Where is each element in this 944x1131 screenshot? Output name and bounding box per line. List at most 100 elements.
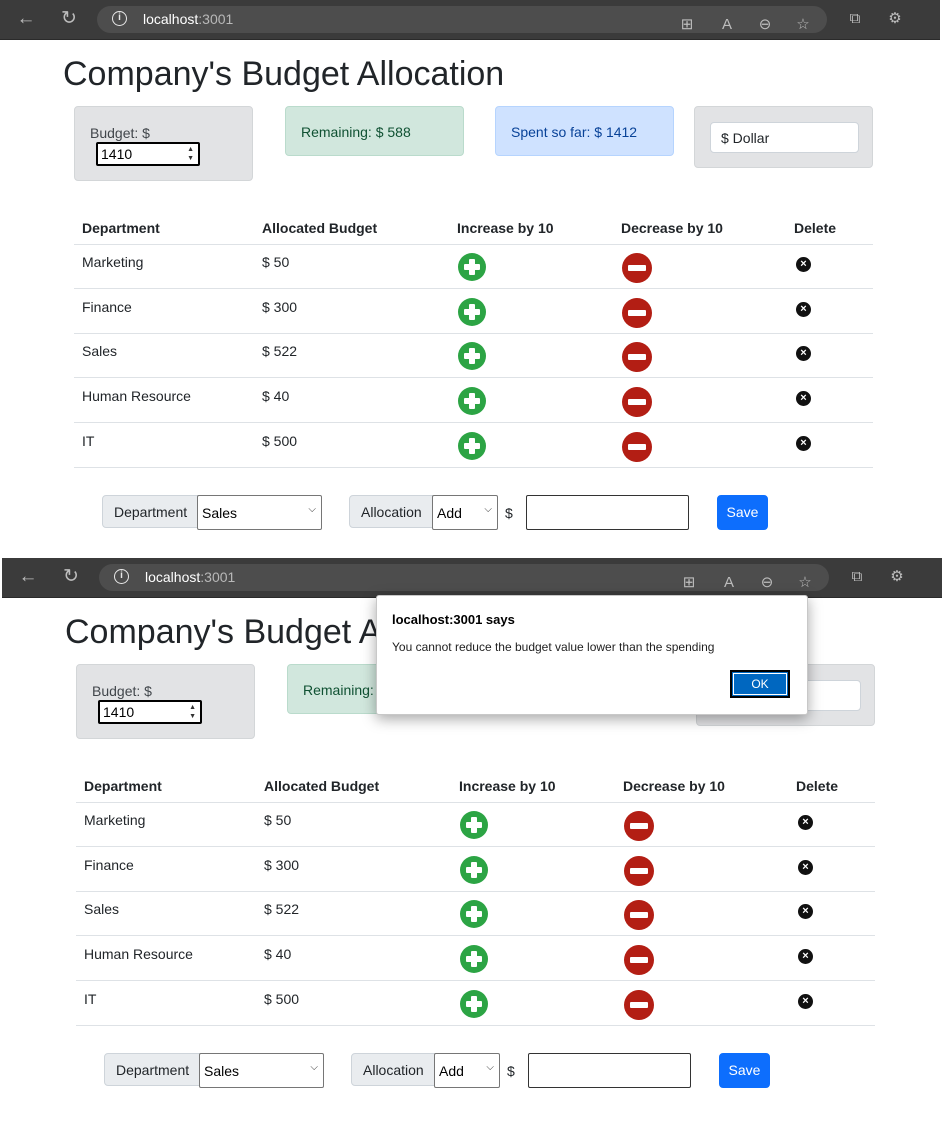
allocation-select[interactable]: Add ⌵ — [434, 1053, 500, 1088]
column-header: Department — [84, 778, 162, 794]
save-button[interactable]: Save — [719, 1053, 770, 1088]
read-aloud-icon[interactable]: A — [717, 15, 737, 35]
column-header: Delete — [794, 220, 837, 236]
cost-input[interactable] — [526, 495, 689, 530]
currency-symbol: $ — [507, 1063, 515, 1079]
x-circle-icon[interactable]: × — [798, 815, 813, 830]
allocation-select[interactable]: Add ⌵ — [432, 495, 498, 530]
minus-circle-icon[interactable] — [624, 945, 654, 976]
favorite-star-icon[interactable]: ☆ — [793, 15, 813, 35]
column-header: Allocated Budget — [264, 778, 380, 794]
spinner-icon[interactable]: ▲ ▼ — [189, 703, 196, 721]
minus-circle-icon[interactable] — [624, 855, 654, 886]
x-circle-icon[interactable]: × — [796, 391, 811, 407]
spinner-icon[interactable]: ▲ ▼ — [187, 145, 194, 163]
plus-circle-icon[interactable] — [458, 431, 486, 460]
x-circle-icon[interactable]: × — [798, 949, 813, 965]
info-icon[interactable]: i — [114, 569, 129, 584]
save-button[interactable]: Save — [717, 495, 768, 530]
plus-circle-icon[interactable] — [460, 900, 488, 929]
allocation-label: Allocation — [349, 495, 434, 528]
reload-icon[interactable]: ↻ — [58, 8, 80, 30]
table-row: IT $ 500 × — [76, 981, 875, 1026]
reload-icon[interactable]: ↻ — [60, 566, 82, 588]
minus-circle-icon[interactable] — [622, 297, 652, 328]
table-header: Department Allocated Budget Increase by … — [76, 768, 875, 803]
zoom-out-icon[interactable]: ⊖ — [755, 15, 775, 35]
column-header: Decrease by 10 — [623, 778, 725, 794]
minus-circle-icon[interactable] — [624, 989, 654, 1020]
address-bar[interactable]: i localhost:3001 ⊞ A ⊖ ☆ — [99, 564, 829, 591]
address-text[interactable]: localhost:3001 — [145, 569, 235, 585]
department-label: Department — [104, 1053, 202, 1086]
minus-circle-icon[interactable] — [622, 431, 652, 462]
zoom-out-icon[interactable]: ⊖ — [757, 573, 777, 593]
department-name: Finance — [82, 298, 132, 315]
back-arrow-icon[interactable]: ← — [17, 566, 39, 588]
plus-circle-icon[interactable] — [460, 811, 488, 839]
allocated-budget: $ 522 — [262, 343, 298, 360]
budget-label: Budget: $ — [90, 125, 150, 141]
x-circle-icon[interactable]: × — [798, 904, 813, 920]
chevron-down-icon: ⌵ — [484, 504, 492, 515]
plus-circle-icon[interactable] — [458, 387, 486, 416]
plus-circle-icon[interactable] — [458, 342, 486, 371]
favorite-star-icon[interactable]: ☆ — [795, 573, 815, 593]
minus-circle-icon[interactable] — [624, 811, 654, 841]
allocated-budget: $ 500 — [262, 432, 298, 449]
department-select[interactable]: Sales ⌵ — [199, 1053, 324, 1088]
column-header: Increase by 10 — [459, 778, 556, 794]
table-row: Sales $ 522 × — [76, 891, 875, 937]
table-row: IT $ 500 × — [74, 423, 873, 468]
screenshot-before: ← ↻ i localhost:3001 ⊞ A ⊖ ☆ ⧉ ⚙ Company… — [0, 0, 944, 548]
currency-select[interactable]: $ Dollar — [710, 122, 859, 153]
department-name: Sales — [84, 901, 120, 918]
department-name: Marketing — [84, 812, 146, 828]
collections-icon[interactable]: ⧉ — [847, 567, 867, 587]
minus-circle-icon[interactable] — [622, 253, 652, 283]
plus-circle-icon[interactable] — [460, 989, 488, 1018]
allocated-budget: $ 50 — [262, 254, 290, 270]
budget-card: Budget: $ 1410 ▲ ▼ — [76, 664, 255, 739]
department-select[interactable]: Sales ⌵ — [197, 495, 322, 530]
table-row: Marketing $ 50 × — [76, 802, 875, 847]
screenshot-after: ← ↻ i localhost:3001 ⊞ A ⊖ ☆ ⧉ ⚙ Company… — [0, 558, 944, 1131]
info-icon[interactable]: i — [112, 11, 127, 26]
extensions-icon[interactable]: ⚙ — [887, 567, 907, 587]
x-circle-icon[interactable]: × — [798, 993, 813, 1009]
plus-circle-icon[interactable] — [458, 297, 486, 326]
extensions-icon[interactable]: ⚙ — [885, 9, 905, 29]
x-circle-icon[interactable]: × — [796, 346, 811, 362]
department-name: IT — [82, 432, 95, 449]
app-available-icon[interactable]: ⊞ — [677, 15, 697, 35]
read-aloud-icon[interactable]: A — [719, 573, 739, 593]
collections-icon[interactable]: ⧉ — [845, 9, 865, 29]
app-available-icon[interactable]: ⊞ — [679, 573, 699, 593]
budget-input[interactable]: 1410 ▲ ▼ — [98, 700, 202, 724]
budget-input[interactable]: 1410 ▲ ▼ — [96, 142, 200, 166]
minus-circle-icon[interactable] — [624, 900, 654, 931]
page-title: Company's Budget Allocation — [63, 55, 505, 93]
budget-label: Budget: $ — [92, 683, 152, 699]
back-arrow-icon[interactable]: ← — [15, 8, 37, 30]
chevron-down-icon: ⌵ — [308, 504, 316, 515]
address-text[interactable]: localhost:3001 — [143, 11, 233, 27]
allocated-budget: $ 300 — [264, 856, 300, 873]
department-label: Department — [102, 495, 200, 528]
ok-button[interactable]: OK — [730, 670, 790, 698]
x-circle-icon[interactable]: × — [796, 301, 811, 317]
cost-input[interactable] — [528, 1053, 691, 1088]
x-circle-icon[interactable]: × — [798, 859, 813, 875]
plus-circle-icon[interactable] — [458, 253, 486, 281]
plus-circle-icon[interactable] — [460, 855, 488, 884]
x-circle-icon[interactable]: × — [796, 257, 811, 272]
column-header: Department — [82, 220, 160, 236]
minus-circle-icon[interactable] — [622, 387, 652, 418]
minus-circle-icon[interactable] — [622, 342, 652, 373]
address-bar[interactable]: i localhost:3001 ⊞ A ⊖ ☆ — [97, 6, 827, 33]
allocated-budget: $ 50 — [264, 812, 292, 828]
table-row: Human Resource $ 40 × — [74, 378, 873, 424]
plus-circle-icon[interactable] — [460, 945, 488, 974]
x-circle-icon[interactable]: × — [796, 435, 811, 451]
allocated-budget: $ 522 — [264, 901, 300, 918]
